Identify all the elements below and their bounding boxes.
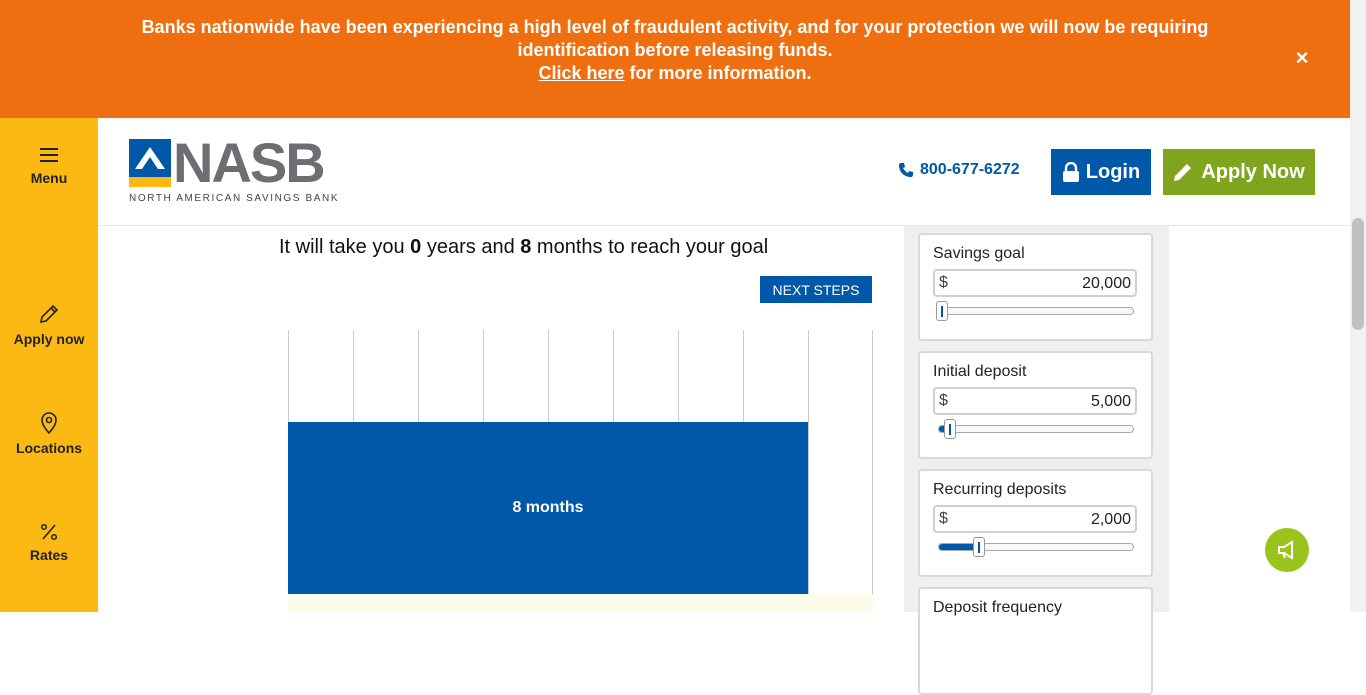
result-mid: years and <box>421 236 521 258</box>
slider-handle[interactable] <box>944 419 956 439</box>
sidebar-item-menu[interactable]: Menu <box>0 146 98 186</box>
next-steps-button[interactable]: NEXT STEPS <box>760 276 872 303</box>
chart-gridline <box>872 330 873 612</box>
field-label: Deposit frequency <box>933 599 1062 616</box>
result-summary: It will take you 0 years and 8 months to… <box>279 236 768 259</box>
sidebar-item-label: Rates <box>29 547 69 563</box>
logo-wordmark: NASB <box>173 131 326 194</box>
slider-handle[interactable] <box>936 301 948 321</box>
banner-text-line1: Banks nationwide have been experiencing … <box>141 17 1209 37</box>
deposit-frequency-card: Deposit frequency <box>918 587 1153 695</box>
sidebar-item-label: Menu <box>30 170 68 186</box>
apply-now-label: Apply Now <box>1201 160 1305 183</box>
input-value: 2,000 <box>1090 511 1131 528</box>
lock-icon <box>1062 162 1079 182</box>
chart-bar: 8 months <box>288 422 808 594</box>
nasb-logo[interactable]: NASB NORTH AMERICAN SAVINGS BANK <box>129 133 344 207</box>
banner-click-here-link[interactable]: Click here <box>538 63 624 83</box>
site-header: NASB NORTH AMERICAN SAVINGS BANK 800-677… <box>98 118 1350 226</box>
initial-deposit-card: Initial deposit $ 5,000 <box>918 351 1153 459</box>
sidebar: Menu Apply now Locations Rates <box>0 118 98 612</box>
pencil-icon <box>1174 164 1192 181</box>
savings-goal-card: Savings goal $ 20,000 <box>918 233 1153 341</box>
megaphone-icon <box>1278 540 1293 560</box>
map-pin-icon <box>41 412 57 434</box>
banner-text-line3: Click here for more information. <box>0 62 1350 85</box>
result-years: 0 <box>410 236 422 258</box>
recurring-deposits-slider[interactable] <box>938 537 1134 557</box>
banner-text-line2: identification before releasing funds. <box>517 40 833 60</box>
sidebar-item-label: Apply now <box>13 331 85 347</box>
banner-close-icon[interactable]: × <box>1290 46 1314 70</box>
calculator-panel: Savings goal $ 20,000 Initial deposit $ … <box>904 226 1169 695</box>
field-label: Savings goal <box>933 245 1025 262</box>
logo-mark-icon <box>129 139 171 187</box>
timeline-chart: 8 months <box>288 330 873 612</box>
fraud-alert-banner: Banks nationwide have been experiencing … <box>0 0 1350 118</box>
recurring-deposits-card: Recurring deposits $ 2,000 <box>918 469 1153 577</box>
sidebar-item-label: Locations <box>15 440 83 456</box>
chart-baseline <box>288 594 873 612</box>
initial-deposit-slider[interactable] <box>938 419 1134 439</box>
phone-link[interactable]: 800-677-6272 <box>898 161 1020 179</box>
sidebar-item-rates[interactable]: Rates <box>0 523 98 563</box>
logo-tagline: NORTH AMERICAN SAVINGS BANK <box>129 193 340 204</box>
field-label: Recurring deposits <box>933 481 1067 498</box>
field-label: Initial deposit <box>933 363 1027 380</box>
phone-number: 800-677-6272 <box>920 161 1020 178</box>
slider-handle[interactable] <box>973 537 985 557</box>
input-value: 20,000 <box>1082 275 1131 292</box>
input-value: 5,000 <box>1090 393 1131 410</box>
sidebar-item-locations[interactable]: Locations <box>0 412 98 456</box>
chart-bar-label: 8 months <box>512 499 584 516</box>
savings-goal-slider[interactable] <box>936 301 1134 321</box>
result-suffix: months to reach your goal <box>531 236 769 258</box>
login-button[interactable]: Login <box>1051 149 1151 195</box>
phone-icon <box>899 163 913 177</box>
page-scrollbar[interactable] <box>1350 0 1366 612</box>
savings-goal-input[interactable]: $ 20,000 <box>933 269 1137 297</box>
result-prefix: It will take you <box>279 236 411 258</box>
currency-symbol: $ <box>939 274 948 291</box>
recurring-deposits-input[interactable]: $ 2,000 <box>933 505 1137 533</box>
result-months: 8 <box>520 236 532 258</box>
currency-symbol: $ <box>939 392 948 409</box>
pencil-icon <box>39 304 59 324</box>
percent-icon <box>40 523 58 541</box>
apply-now-button[interactable]: Apply Now <box>1163 149 1315 195</box>
initial-deposit-input[interactable]: $ 5,000 <box>933 387 1137 415</box>
hamburger-icon <box>40 148 58 162</box>
login-label: Login <box>1085 160 1141 183</box>
sidebar-item-apply-now[interactable]: Apply now <box>0 303 98 347</box>
banner-text-line3-rest: for more information. <box>624 63 812 83</box>
scrollbar-thumb[interactable] <box>1352 218 1364 330</box>
feedback-button[interactable] <box>1265 528 1309 572</box>
currency-symbol: $ <box>939 510 948 527</box>
chart-gridline <box>808 330 809 612</box>
